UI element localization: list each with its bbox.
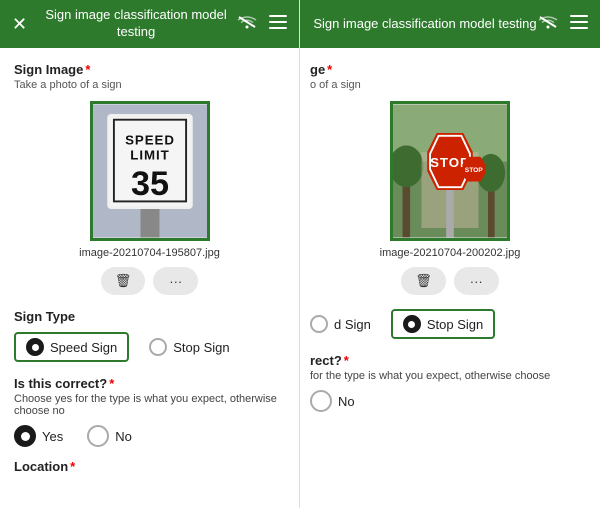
yes-radio[interactable] <box>14 425 36 447</box>
right-stop-sign-label: Stop Sign <box>427 317 483 332</box>
correct-section: Is this correct?* Choose yes for the typ… <box>14 376 285 447</box>
right-wifi-off-icon[interactable] <box>538 15 558 34</box>
sign-type-section: Sign Type Speed Sign Stop Sign <box>14 309 285 362</box>
delete-button[interactable]: 🗑 <box>101 267 146 295</box>
right-image-actions: 🗑 ··· <box>401 267 499 295</box>
right-app-title: Sign image classification model testing <box>312 16 538 33</box>
right-header: Sign image classification model testing <box>300 0 600 48</box>
stop-sign-radio[interactable] <box>149 338 167 356</box>
right-image-preview: STOP STOP <box>390 101 510 241</box>
speed-sign-label: Speed Sign <box>50 340 117 355</box>
menu-icon[interactable] <box>269 15 287 34</box>
right-more-button[interactable]: ··· <box>454 267 499 295</box>
left-content: Sign Image* Take a photo of a sign <box>0 48 299 508</box>
location-section: Location* <box>14 459 285 474</box>
right-yes-no-group: No <box>310 390 590 412</box>
no-radio[interactable] <box>87 425 109 447</box>
right-correct-label: rect?* <box>310 353 590 368</box>
image-filename: image-20210704-195807.jpg <box>79 247 220 259</box>
app-title: Sign image classification model testing <box>35 7 237 41</box>
sign-type-radio-group: Speed Sign Stop Sign <box>14 332 285 362</box>
right-no-radio[interactable] <box>310 390 332 412</box>
sign-image-label: Sign Image* <box>14 62 285 77</box>
right-sign-image-label: ge* <box>310 62 590 77</box>
right-no-label: No <box>338 394 355 409</box>
sign-image-section: Sign Image* Take a photo of a sign <box>14 62 285 295</box>
no-label: No <box>115 429 132 444</box>
left-panel: ✕ Sign image classification model testin… <box>0 0 300 508</box>
more-button[interactable]: ··· <box>153 267 198 295</box>
no-option[interactable]: No <box>87 425 132 447</box>
right-delete-button[interactable]: 🗑 <box>401 267 446 295</box>
right-panel: Sign image classification model testing <box>300 0 600 508</box>
right-correct-section: rect?* for the type is what you expect, … <box>310 353 590 412</box>
right-image-container: STOP STOP image-20210704-200202.jpg 🗑 ··… <box>310 101 590 295</box>
correct-label: Is this correct?* <box>14 376 285 391</box>
right-stop-sign-radio[interactable] <box>403 315 421 333</box>
right-speed-sign-option[interactable]: d Sign <box>310 309 371 339</box>
wifi-off-icon[interactable] <box>237 15 257 34</box>
right-menu-icon[interactable] <box>570 15 588 34</box>
svg-text:STOP: STOP <box>465 167 484 174</box>
right-sign-type-section: d Sign Stop Sign <box>310 309 590 339</box>
right-speed-sign-radio[interactable] <box>310 315 328 333</box>
right-correct-desc: for the type is what you expect, otherwi… <box>310 370 590 382</box>
header-icons <box>237 15 287 34</box>
right-sign-image-section: ge* o of a sign <box>310 62 590 295</box>
speed-sign-radio[interactable] <box>26 338 44 356</box>
right-image-filename: image-20210704-200202.jpg <box>380 247 521 259</box>
sign-image-subtitle: Take a photo of a sign <box>14 79 285 91</box>
right-sign-type-radio-group: d Sign Stop Sign <box>310 309 590 339</box>
yes-label: Yes <box>42 429 63 444</box>
image-preview: SPEED LIMIT 35 <box>90 101 210 241</box>
svg-text:LIMIT: LIMIT <box>130 148 169 163</box>
right-header-icons <box>538 15 588 34</box>
sign-type-label: Sign Type <box>14 309 285 324</box>
stop-sign-option[interactable]: Stop Sign <box>149 332 229 362</box>
yes-no-group: Yes No <box>14 425 285 447</box>
svg-text:SPEED: SPEED <box>125 132 175 147</box>
right-sign-image-subtitle: o of a sign <box>310 79 590 91</box>
right-content: ge* o of a sign <box>300 48 600 508</box>
right-speed-sign-label: d Sign <box>334 317 371 332</box>
close-icon[interactable]: ✕ <box>12 14 27 35</box>
image-container: SPEED LIMIT 35 image-20210704-195807.jpg… <box>14 101 285 295</box>
right-stop-sign-option[interactable]: Stop Sign <box>391 309 495 339</box>
speed-sign-option[interactable]: Speed Sign <box>14 332 129 362</box>
image-actions: 🗑 ··· <box>101 267 199 295</box>
right-no-option[interactable]: No <box>310 390 355 412</box>
yes-option[interactable]: Yes <box>14 425 63 447</box>
correct-desc: Choose yes for the type is what you expe… <box>14 393 285 417</box>
stop-sign-label: Stop Sign <box>173 340 229 355</box>
svg-text:35: 35 <box>130 165 168 203</box>
left-header: ✕ Sign image classification model testin… <box>0 0 299 48</box>
